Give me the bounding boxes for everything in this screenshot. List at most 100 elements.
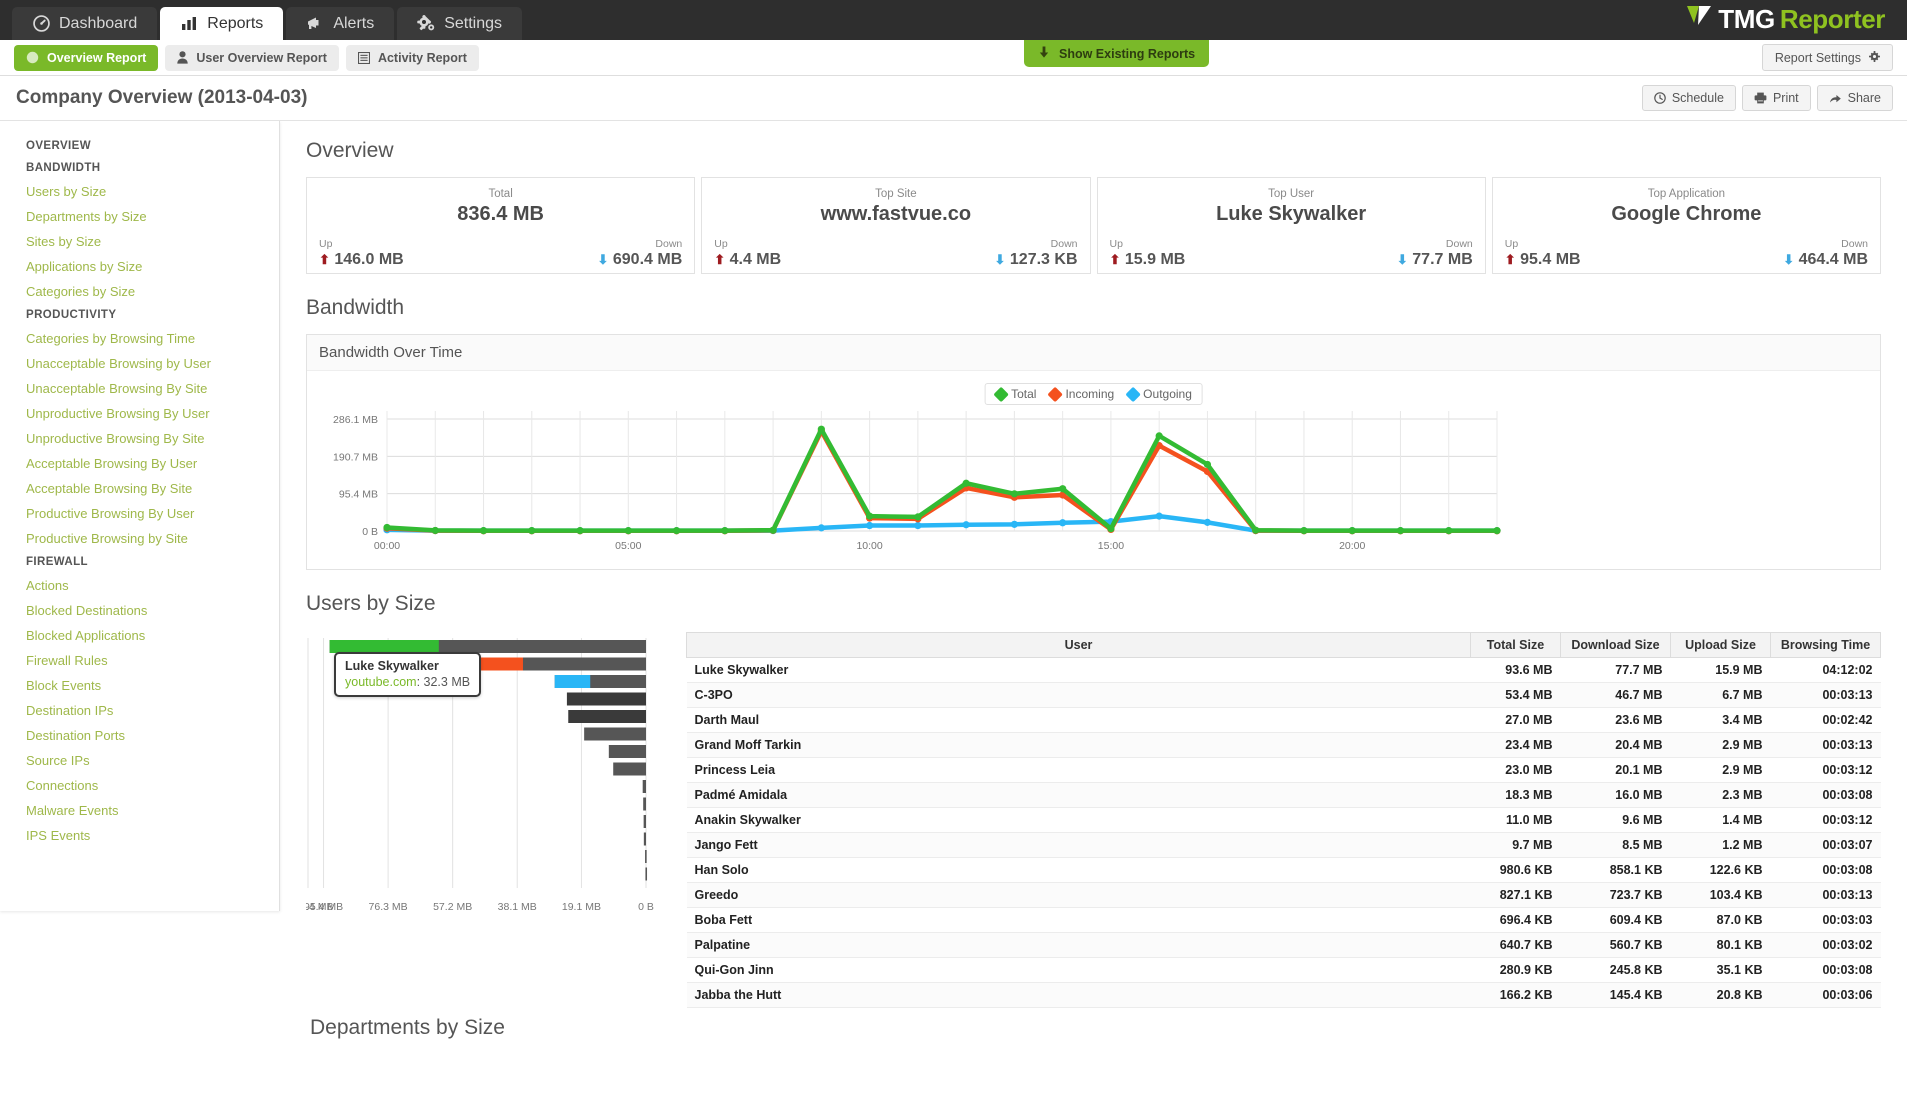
- cell-download-size: 145.4 KB: [1561, 983, 1671, 1008]
- svg-text:76.3 MB: 76.3 MB: [369, 901, 408, 913]
- cell-user: Anakin Skywalker: [687, 808, 1471, 833]
- table-row[interactable]: Boba Fett696.4 KB609.4 KB87.0 KB00:03:03: [687, 908, 1881, 933]
- tooltip-user: Luke Skywalker: [345, 659, 470, 673]
- cell-upload-size: 2.3 MB: [1671, 783, 1771, 808]
- table-row[interactable]: Anakin Skywalker11.0 MB9.6 MB1.4 MB00:03…: [687, 808, 1881, 833]
- column-header-browsing-time[interactable]: Browsing Time: [1771, 633, 1881, 658]
- column-header-user[interactable]: User: [687, 633, 1471, 658]
- nav-tab-settings[interactable]: Settings: [397, 7, 522, 40]
- activity-report-button[interactable]: Activity Report: [346, 45, 479, 71]
- sidebar-item-destination-ips[interactable]: Destination IPs: [0, 698, 279, 723]
- legend-item-incoming[interactable]: Incoming: [1049, 387, 1114, 401]
- sidebar-item-ips-events[interactable]: IPS Events: [0, 823, 279, 848]
- nav-tab-reports[interactable]: Reports: [160, 7, 283, 40]
- legend-label: Total: [1011, 387, 1036, 401]
- legend-item-outgoing[interactable]: Outgoing: [1127, 387, 1192, 401]
- cell-browsing-time: 00:03:13: [1771, 733, 1881, 758]
- sidebar-item-categories-by-browsing-time[interactable]: Categories by Browsing Time: [0, 326, 279, 351]
- sidebar-item-destination-ports[interactable]: Destination Ports: [0, 723, 279, 748]
- sidebar-group-bandwidth: BANDWIDTH: [0, 157, 279, 179]
- sidebar-item-productive-browsing-by-site[interactable]: Productive Browsing by Site: [0, 526, 279, 551]
- cell-upload-size: 87.0 KB: [1671, 908, 1771, 933]
- column-header-upload-size[interactable]: Upload Size: [1671, 633, 1771, 658]
- table-row[interactable]: Jabba the Hutt166.2 KB145.4 KB20.8 KB00:…: [687, 983, 1881, 1008]
- print-button[interactable]: Print: [1742, 85, 1811, 111]
- table-row[interactable]: Padmé Amidala18.3 MB16.0 MB2.3 MB00:03:0…: [687, 783, 1881, 808]
- cell-upload-size: 103.4 KB: [1671, 883, 1771, 908]
- sidebar-item-unproductive-browsing-by-site[interactable]: Unproductive Browsing By Site: [0, 426, 279, 451]
- cell-browsing-time: 00:03:12: [1771, 758, 1881, 783]
- sidebar-item-blocked-destinations[interactable]: Blocked Destinations: [0, 598, 279, 623]
- sidebar-item-unacceptable-browsing-by-site[interactable]: Unacceptable Browsing By Site: [0, 376, 279, 401]
- user-overview-report-button[interactable]: User Overview Report: [165, 45, 339, 71]
- summary-card-top-site: Top Site www.fastvue.co Up ⬆ 4.4 MB Down…: [701, 177, 1090, 274]
- nav-tab-label: Alerts: [333, 15, 374, 33]
- table-row[interactable]: Darth Maul27.0 MB23.6 MB3.4 MB00:02:42: [687, 708, 1881, 733]
- table-row[interactable]: Jango Fett9.7 MB8.5 MB1.2 MB00:03:07: [687, 833, 1881, 858]
- nav-tab-dashboard[interactable]: Dashboard: [12, 7, 157, 40]
- legend-swatch-total: [993, 386, 1009, 402]
- column-header-download-size[interactable]: Download Size: [1561, 633, 1671, 658]
- users-by-size-section: 14.4 MB95.4 MB76.3 MB57.2 MB38.1 MB19.1 …: [306, 630, 1881, 1008]
- list-icon: [358, 52, 370, 64]
- sidebar-item-blocked-applications[interactable]: Blocked Applications: [0, 623, 279, 648]
- printer-icon: [1754, 92, 1767, 104]
- report-settings-button[interactable]: Report Settings: [1762, 44, 1893, 71]
- column-header-total-size[interactable]: Total Size: [1471, 633, 1561, 658]
- table-row[interactable]: Princess Leia23.0 MB20.1 MB2.9 MB00:03:1…: [687, 758, 1881, 783]
- tooltip-value: 32.3 MB: [424, 675, 471, 689]
- table-row[interactable]: Luke Skywalker93.6 MB77.7 MB15.9 MB04:12…: [687, 658, 1881, 683]
- report-type-bar: Overview Report User Overview Report Act…: [0, 40, 1907, 76]
- card-up-label: Up: [1505, 238, 1675, 250]
- sidebar-item-unacceptable-browsing-by-user[interactable]: Unacceptable Browsing by User: [0, 351, 279, 376]
- arrow-down-icon: ⬇: [1783, 252, 1794, 267]
- sidebar-item-users-by-size[interactable]: Users by Size: [0, 179, 279, 204]
- nav-tab-alerts[interactable]: Alerts: [286, 7, 394, 40]
- sidebar-item-acceptable-browsing-by-user[interactable]: Acceptable Browsing By User: [0, 451, 279, 476]
- cell-total-size: 11.0 MB: [1471, 808, 1561, 833]
- table-row[interactable]: Grand Moff Tarkin23.4 MB20.4 MB2.9 MB00:…: [687, 733, 1881, 758]
- megaphone-icon: [306, 15, 324, 33]
- sidebar-item-malware-events[interactable]: Malware Events: [0, 798, 279, 823]
- cell-total-size: 696.4 KB: [1471, 908, 1561, 933]
- arrow-down-icon: ⬇: [598, 252, 609, 267]
- share-icon: [1829, 92, 1842, 104]
- svg-text:20:00: 20:00: [1339, 540, 1365, 552]
- card-down-label: Down: [1303, 238, 1473, 250]
- sidebar-item-unproductive-browsing-by-user[interactable]: Unproductive Browsing By User: [0, 401, 279, 426]
- schedule-button[interactable]: Schedule: [1642, 85, 1736, 111]
- legend-swatch-outgoing: [1125, 386, 1141, 402]
- sidebar-item-productive-browsing-by-user[interactable]: Productive Browsing By User: [0, 501, 279, 526]
- sidebar-item-departments-by-size[interactable]: Departments by Size: [0, 204, 279, 229]
- legend-item-total[interactable]: Total: [995, 387, 1036, 401]
- table-row[interactable]: Greedo827.1 KB723.7 KB103.4 KB00:03:13: [687, 883, 1881, 908]
- table-row[interactable]: Han Solo980.6 KB858.1 KB122.6 KB00:03:08: [687, 858, 1881, 883]
- sidebar-item-acceptable-browsing-by-site[interactable]: Acceptable Browsing By Site: [0, 476, 279, 501]
- cell-download-size: 23.6 MB: [1561, 708, 1671, 733]
- sidebar-item-actions[interactable]: Actions: [0, 573, 279, 598]
- svg-text:19.1 MB: 19.1 MB: [562, 901, 601, 913]
- cell-download-size: 723.7 KB: [1561, 883, 1671, 908]
- share-button[interactable]: Share: [1817, 85, 1893, 111]
- card-down-value: 464.4 MB: [1799, 251, 1868, 268]
- card-up-value: 15.9 MB: [1125, 251, 1185, 268]
- sidebar-item-connections[interactable]: Connections: [0, 773, 279, 798]
- sidebar-item-block-events[interactable]: Block Events: [0, 673, 279, 698]
- table-row[interactable]: Palpatine640.7 KB560.7 KB80.1 KB00:03:02: [687, 933, 1881, 958]
- cell-browsing-time: 00:03:13: [1771, 683, 1881, 708]
- cell-download-size: 858.1 KB: [1561, 858, 1671, 883]
- schedule-label: Schedule: [1672, 91, 1724, 105]
- sidebar-item-sites-by-size[interactable]: Sites by Size: [0, 229, 279, 254]
- table-row[interactable]: C-3PO53.4 MB46.7 MB6.7 MB00:03:13: [687, 683, 1881, 708]
- cell-user: C-3PO: [687, 683, 1471, 708]
- cell-user: Qui-Gon Jinn: [687, 958, 1471, 983]
- cell-download-size: 77.7 MB: [1561, 658, 1671, 683]
- sidebar-item-categories-by-size[interactable]: Categories by Size: [0, 279, 279, 304]
- card-up-label: Up: [714, 238, 884, 250]
- sidebar-item-firewall-rules[interactable]: Firewall Rules: [0, 648, 279, 673]
- table-row[interactable]: Qui-Gon Jinn280.9 KB245.8 KB35.1 KB00:03…: [687, 958, 1881, 983]
- sidebar-item-applications-by-size[interactable]: Applications by Size: [0, 254, 279, 279]
- show-existing-reports-button[interactable]: Show Existing Reports: [1024, 40, 1209, 67]
- overview-report-button[interactable]: Overview Report: [14, 45, 158, 71]
- sidebar-item-source-ips[interactable]: Source IPs: [0, 748, 279, 773]
